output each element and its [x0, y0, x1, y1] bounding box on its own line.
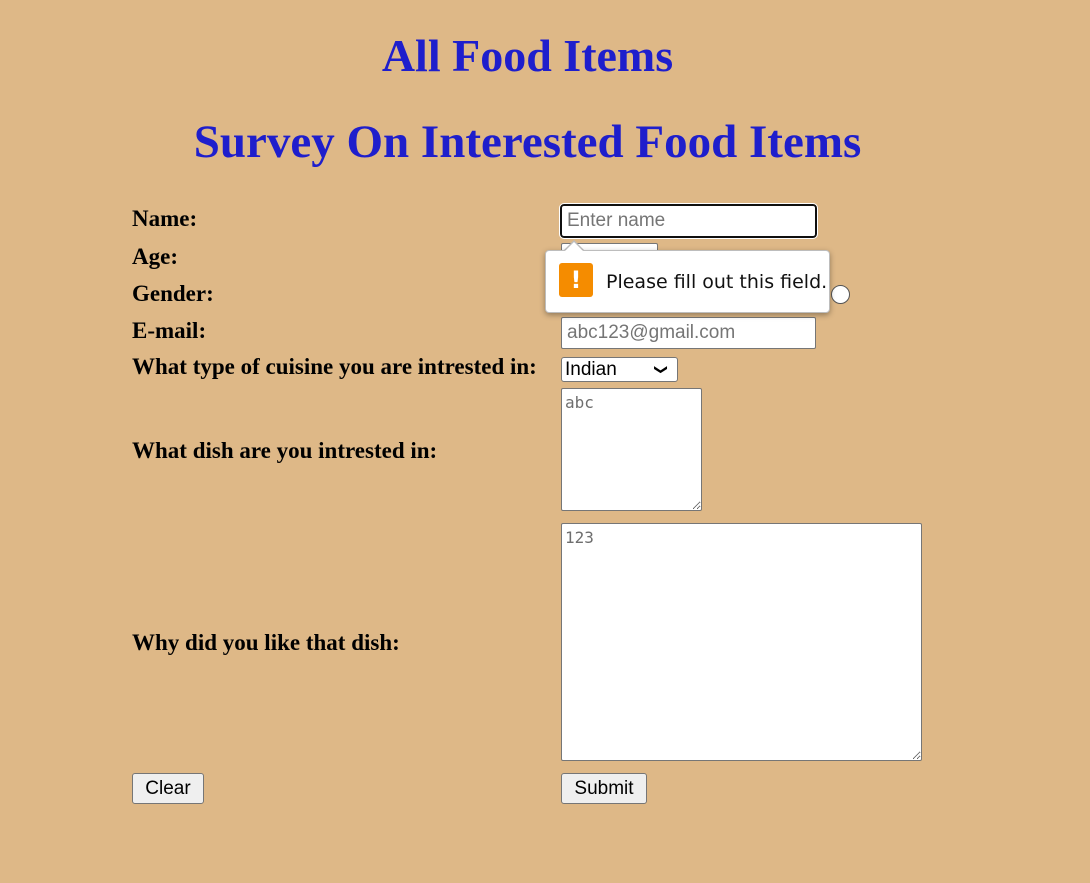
cuisine-label: What type of cuisine you are intrested i…: [132, 354, 537, 379]
clear-button[interactable]: Clear: [132, 773, 204, 804]
page-title: All Food Items: [381, 30, 674, 81]
why-label: Why did you like that dish:: [132, 630, 400, 655]
dish-textarea[interactable]: [561, 388, 702, 511]
validation-tooltip: ! Please fill out this field.: [545, 250, 830, 313]
email-label: E-mail:: [132, 318, 207, 343]
dish-label: What dish are you intrested in:: [132, 438, 438, 463]
name-label: Name:: [132, 206, 198, 231]
gender-label: Gender:: [132, 281, 214, 306]
submit-button[interactable]: Submit: [561, 773, 647, 804]
email-input[interactable]: [561, 317, 816, 349]
gender-radio[interactable]: [831, 285, 850, 304]
page-subtitle: Survey On Interested Food Items: [193, 116, 862, 168]
name-input[interactable]: [559, 203, 818, 239]
age-label: Age:: [132, 244, 178, 269]
warning-icon: !: [559, 263, 593, 297]
tooltip-arrow-fill: [564, 242, 584, 252]
why-textarea[interactable]: [561, 523, 922, 761]
validation-message: Please fill out this field.: [606, 271, 828, 293]
cuisine-select[interactable]: Indian: [561, 357, 678, 382]
